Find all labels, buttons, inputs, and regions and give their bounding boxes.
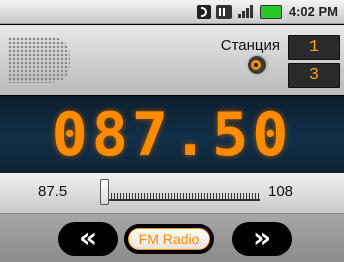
- status-time: 4:02 PM: [288, 4, 338, 19]
- frequency-display: 087.50: [0, 95, 344, 175]
- mode-button[interactable]: FM Radio: [124, 224, 214, 254]
- preset-button-2[interactable]: 3: [288, 63, 340, 88]
- header-panel: Станция 1 3: [0, 25, 344, 95]
- tuner-slider-handle[interactable]: [100, 179, 109, 205]
- mode-label: FM Radio: [128, 228, 210, 250]
- preset-button-1[interactable]: 1: [288, 35, 340, 60]
- status-bar: 4:02 PM: [0, 0, 344, 24]
- seek-forward-button[interactable]: »: [232, 222, 292, 256]
- playback-controls: « FM Radio »: [0, 214, 344, 262]
- tuner-max-label: 108: [268, 183, 294, 200]
- station-label: Станция: [220, 37, 280, 54]
- battery-icon: [259, 4, 282, 19]
- tuner-scale[interactable]: [108, 193, 260, 201]
- fm-radio-screen: 4:02 PM Станция 1 3 087.50 87.5 108 « FM…: [0, 0, 344, 262]
- tuner-min-label: 87.5: [38, 183, 68, 200]
- speaker-grill: [8, 37, 70, 83]
- speaker-icon[interactable]: [246, 53, 270, 77]
- frequency-readout: 087.50: [51, 100, 293, 170]
- tuner-bar: 87.5 108: [0, 173, 344, 214]
- seek-back-button[interactable]: «: [58, 222, 118, 256]
- 3g-icon: [215, 4, 232, 19]
- signal-icon: [237, 4, 255, 19]
- bluetooth-icon: [196, 4, 211, 19]
